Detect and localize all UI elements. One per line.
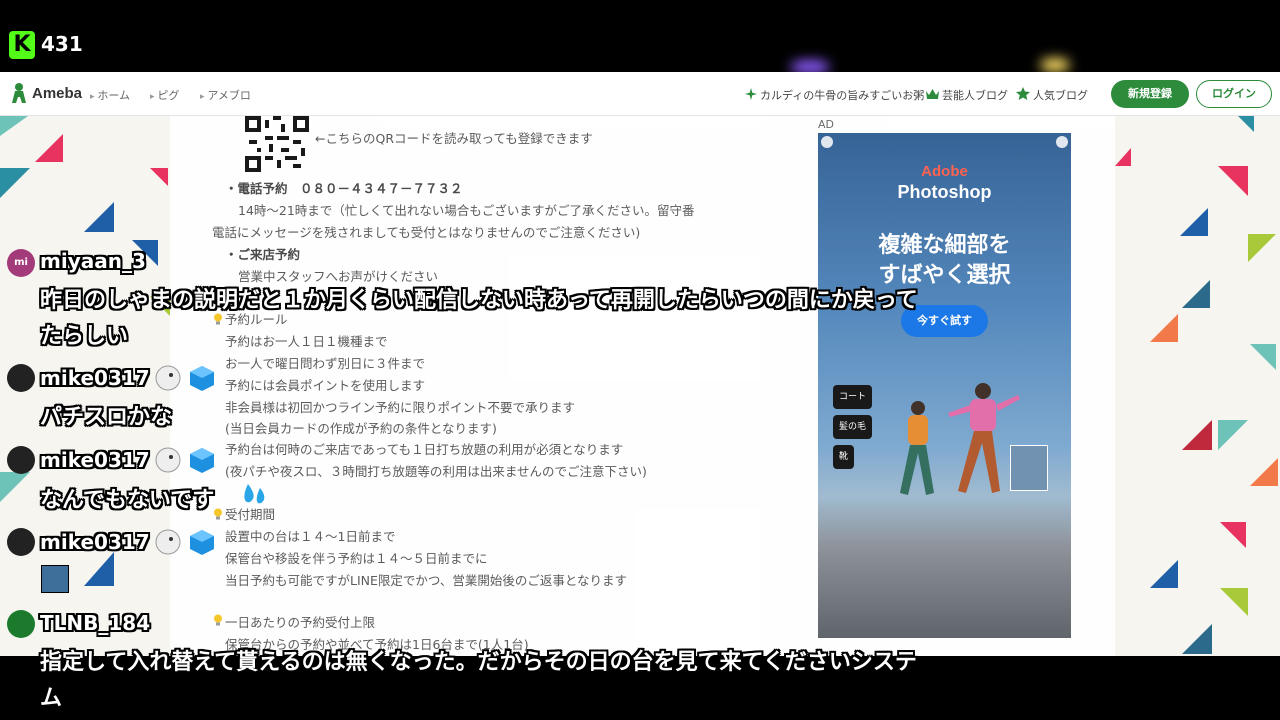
photoshop-ad[interactable]: Adobe Photoshop 複雑な細部を すばやく選択 今すぐ試す コート …	[818, 133, 1071, 638]
nav-pigg[interactable]: ピグ	[150, 87, 179, 103]
decor-triangle	[1218, 420, 1248, 450]
header-link-popular-blog[interactable]: 人気ブログ	[1033, 87, 1088, 103]
site-header: Ameba ホーム ピグ アメブロ カルディの牛骨の旨みすごいお粥 芸能人ブログ…	[0, 72, 1280, 116]
cube-badge-icon	[190, 366, 214, 391]
neon-glow	[1040, 58, 1070, 72]
chat-emote-image	[41, 565, 69, 593]
decor-triangle	[1218, 166, 1248, 196]
header-link-trending[interactable]: カルディの牛骨の旨みすごいお粥	[760, 87, 924, 103]
chat-username[interactable]: mike0317	[40, 448, 150, 472]
avatar	[7, 364, 35, 392]
bird-badge-icon	[155, 365, 181, 391]
lightbulb-icon	[214, 508, 222, 520]
period-item: 設置中の台は１４～1日前まで	[225, 529, 396, 544]
ameba-logo-text: Ameba	[32, 84, 83, 102]
visit-reservation: ・ご来店予約	[225, 247, 301, 262]
lightbulb-icon	[214, 313, 222, 325]
decor-triangle	[84, 552, 114, 586]
rule-item: (夜パチや夜スロ、３時間打ち放題等の利用は出来ませんのでご注意下さい)	[225, 464, 647, 479]
avatar	[7, 528, 35, 556]
decor-triangle	[1150, 560, 1178, 588]
decor-triangle	[0, 472, 30, 502]
period-item: 当日予約も可能ですがLINE限定でかつ、営業開始後のご返事となります	[225, 573, 628, 588]
decor-triangle	[1182, 280, 1210, 308]
ad-chip: コート	[833, 385, 873, 409]
star-icon	[1016, 87, 1030, 100]
decor-triangle	[0, 168, 30, 198]
decor-triangle	[84, 202, 114, 232]
ad-product: Photoshop	[897, 182, 992, 202]
rule-item: 非会員様は初回かつライン予約に限りポイント不要で承ります	[225, 400, 576, 415]
article-body: ←こちらのQRコードを読み取っても登録できます ・電話予約 ０８０－４３４７－７…	[170, 116, 1115, 656]
nav-ameblo[interactable]: アメブロ	[200, 87, 250, 103]
ad-headline: 複雑な細部を	[878, 233, 1011, 258]
chat-username[interactable]: miyaan_3	[40, 249, 146, 273]
decor-triangle	[1220, 588, 1248, 616]
chat-message: ム	[40, 686, 63, 711]
decor-triangle	[1248, 234, 1276, 262]
decor-triangle	[1182, 624, 1212, 654]
decor-triangle	[150, 168, 168, 186]
decor-triangle	[1250, 458, 1278, 486]
avatar: mi	[7, 249, 35, 277]
rule-item: 予約には会員ポイントを使用します	[225, 378, 426, 393]
ad-brand: Adobe	[921, 163, 968, 180]
browser-page: Ameba ホーム ピグ アメブロ カルディの牛骨の旨みすごいお粥 芸能人ブログ…	[0, 72, 1280, 656]
chat-message: 指定して入れ替えて貰えるのは無くなった。だからその日の台を見て来てくださいシステ	[40, 650, 917, 675]
ameba-logo-icon	[12, 83, 26, 103]
chat-message: なんでもないです	[40, 488, 215, 513]
decor-triangle	[1182, 420, 1212, 450]
cube-badge-icon	[190, 448, 214, 473]
decor-triangle	[1250, 344, 1276, 370]
ad-info-icon[interactable]	[821, 136, 833, 148]
period-item: 保管台や移設を伴う予約は１４～５日前までに	[225, 551, 488, 566]
viewer-count: 431	[41, 32, 83, 56]
rule-item: 予約はお一人１日１機種まで	[225, 334, 388, 349]
qr-code	[245, 116, 309, 172]
chat-message: たらしい	[40, 324, 129, 349]
phone-reservation: ・電話予約 ０８０－４３４７－７７３２	[225, 181, 463, 196]
chat-username[interactable]: mike0317	[40, 530, 150, 554]
lightbulb-icon	[214, 614, 222, 626]
cube-badge-icon	[190, 530, 214, 555]
crown-icon	[926, 89, 939, 99]
decor-triangle	[1180, 208, 1208, 236]
rule-item: 予約台は何時のご来店であっても１日打ち放題の利用が必須となります	[225, 442, 624, 457]
signup-button[interactable]: 新規登録	[1111, 80, 1189, 108]
ad-close-icon[interactable]	[1056, 136, 1068, 148]
rule-item: (当日会員カードの作成が予約の条件となります)	[225, 421, 497, 436]
avatar	[7, 610, 35, 638]
stream-top-bar: K 431	[0, 0, 1280, 74]
ad-label: AD	[818, 118, 834, 131]
ad-chip: 髪の毛	[833, 415, 873, 439]
sweat-emoji-icon	[244, 484, 265, 504]
phone-hours: 14時～21時まで（忙しくて出れない場合もございますがご了承ください。留守番	[238, 203, 695, 218]
sparkle-icon	[745, 88, 757, 100]
decor-triangle	[1220, 522, 1246, 548]
header-link-celeb-blog[interactable]: 芸能人ブログ	[942, 87, 1008, 103]
decor-triangle	[35, 134, 63, 162]
rule-item: お一人で曜日問わず別日に３件まで	[225, 356, 426, 371]
qr-instruction: ←こちらのQRコードを読み取っても登録できます	[315, 131, 593, 146]
login-button[interactable]: ログイン	[1196, 80, 1272, 108]
bird-badge-icon	[155, 447, 181, 473]
decor-triangle	[1115, 148, 1131, 166]
phone-hours-note: 電話にメッセージを残されましても受付とはなりませんのでご注意ください)	[212, 225, 641, 240]
decor-triangle	[1150, 314, 1178, 342]
nav-home[interactable]: ホーム	[90, 87, 130, 103]
chat-message: パチスロかな	[40, 405, 173, 430]
ad-thumbnail	[1010, 445, 1048, 491]
chat-username[interactable]: mike0317	[40, 366, 150, 390]
chat-username[interactable]: TLNB_184	[40, 611, 150, 635]
decor-triangle	[0, 116, 28, 136]
ameba-logo[interactable]: Ameba	[10, 82, 82, 104]
bird-badge-icon	[155, 529, 181, 555]
daily-limit-title: 一日あたりの予約受付上限	[225, 615, 376, 630]
chat-message: 昨日のしゃまの説明だと１か月くらい配信しない時あって再開したらいつの間にか戻って	[40, 288, 918, 313]
avatar	[7, 446, 35, 474]
decor-triangle	[1238, 116, 1254, 132]
ad-chip: 靴	[833, 445, 855, 469]
kick-logo-icon: K	[9, 31, 35, 59]
